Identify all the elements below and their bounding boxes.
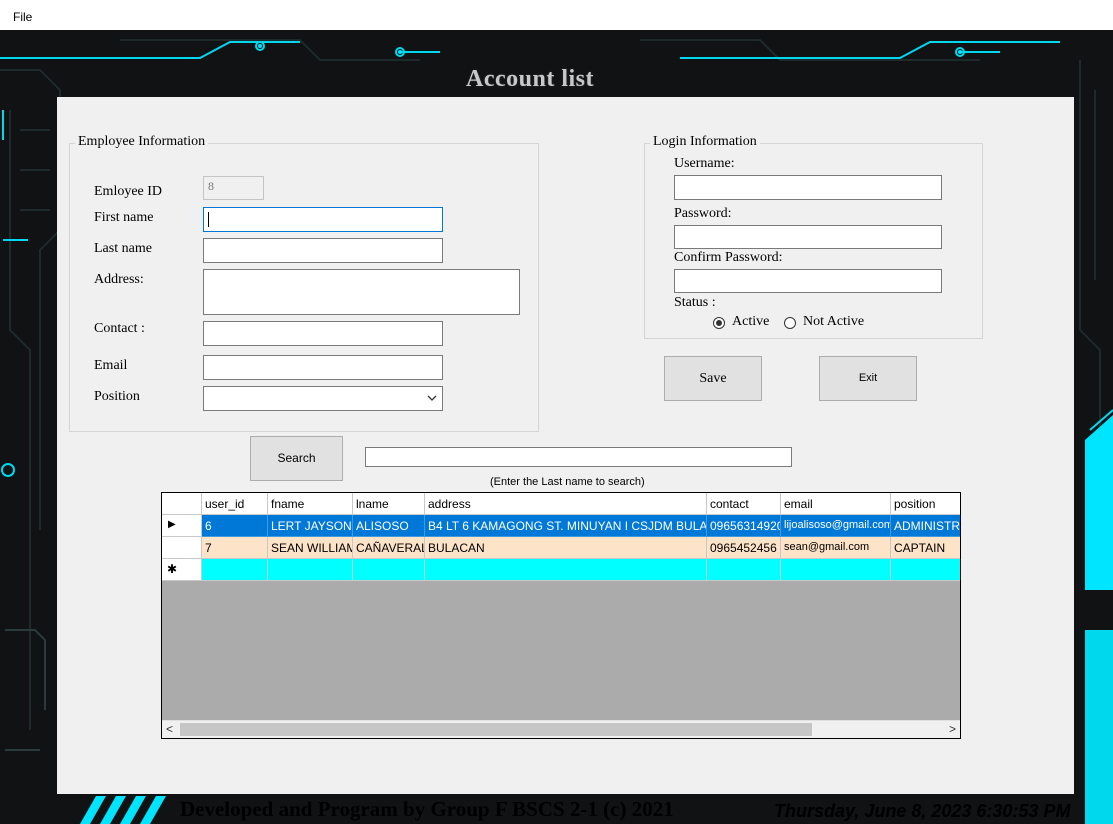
- contact-field[interactable]: [203, 321, 443, 346]
- table-cell[interactable]: LERT JAYSON: [268, 515, 353, 537]
- search-input[interactable]: [365, 447, 792, 467]
- table-cell[interactable]: CAPTAIN: [891, 537, 960, 559]
- first-name-label: First name: [94, 210, 154, 225]
- save-button[interactable]: Save: [664, 356, 762, 401]
- column-header[interactable]: user_id: [202, 493, 268, 515]
- status-not-active-radio[interactable]: [784, 317, 796, 329]
- password-label: Password:: [674, 206, 732, 221]
- row-header[interactable]: ▶: [162, 515, 202, 537]
- email-label: Email: [94, 358, 128, 373]
- table-cell[interactable]: [707, 559, 781, 581]
- table-cell[interactable]: 09656314920: [707, 515, 781, 537]
- table-cell[interactable]: [425, 559, 707, 581]
- email-field[interactable]: [203, 355, 443, 380]
- exit-button[interactable]: Exit: [819, 356, 917, 401]
- table-cell[interactable]: [268, 559, 353, 581]
- table-cell[interactable]: sean@gmail.com: [781, 537, 891, 559]
- row-header[interactable]: [162, 537, 202, 559]
- search-button[interactable]: Search: [250, 436, 343, 481]
- position-label: Position: [94, 389, 140, 404]
- status-not-active-label[interactable]: Not Active: [803, 314, 864, 330]
- accounts-grid[interactable]: user_id fname lname address contact emai…: [161, 492, 961, 739]
- scroll-right-icon[interactable]: >: [949, 722, 956, 736]
- status-label: Status :: [674, 295, 716, 310]
- table-cell[interactable]: [781, 559, 891, 581]
- table-cell[interactable]: [353, 559, 425, 581]
- table-row[interactable]: ▶ 6 LERT JAYSON ALISOSO B4 LT 6 KAMAGONG…: [162, 515, 960, 537]
- text-cursor: [208, 211, 209, 227]
- menu-file[interactable]: File: [13, 10, 32, 24]
- username-label: Username:: [674, 156, 735, 171]
- table-cell[interactable]: 6: [202, 515, 268, 537]
- confirm-password-label: Confirm Password:: [674, 250, 783, 265]
- datetime-text: Thursday, June 8, 2023 6:30:53 PM: [774, 801, 1071, 821]
- column-header[interactable]: email: [781, 493, 891, 515]
- menu-bar: File: [0, 0, 1113, 30]
- password-field[interactable]: [674, 225, 942, 249]
- grid-header: user_id fname lname address contact emai…: [162, 493, 960, 515]
- last-name-field[interactable]: [203, 238, 443, 263]
- column-header[interactable]: lname: [353, 493, 425, 515]
- table-cell[interactable]: [891, 559, 960, 581]
- position-select[interactable]: [203, 386, 443, 411]
- scroll-left-icon[interactable]: <: [166, 722, 173, 736]
- table-cell[interactable]: 7: [202, 537, 268, 559]
- row-header[interactable]: ✱: [162, 559, 202, 581]
- new-row[interactable]: ✱: [162, 559, 960, 581]
- table-cell[interactable]: BULACAN: [425, 537, 707, 559]
- username-field[interactable]: [674, 175, 942, 200]
- table-cell[interactable]: B4 LT 6 KAMAGONG ST. MINUYAN I CSJDM BUL…: [425, 515, 707, 537]
- column-header[interactable]: position: [891, 493, 960, 515]
- contact-label: Contact :: [94, 321, 145, 336]
- table-cell[interactable]: ADMINISTRA: [891, 515, 960, 537]
- grid-corner: [162, 493, 202, 515]
- scrollbar-thumb[interactable]: [180, 723, 812, 736]
- employee-id-field: 8: [203, 176, 264, 200]
- column-header[interactable]: fname: [268, 493, 353, 515]
- table-row[interactable]: 7 SEAN WILLIAM CAÑAVERAL BULACAN 0965452…: [162, 537, 960, 559]
- chevron-down-icon: [427, 395, 437, 401]
- column-header[interactable]: address: [425, 493, 707, 515]
- table-cell[interactable]: [202, 559, 268, 581]
- row-selected-icon: ▶: [168, 519, 176, 530]
- column-header[interactable]: contact: [707, 493, 781, 515]
- employee-id-label: Emloyee ID: [94, 184, 163, 199]
- confirm-password-field[interactable]: [674, 269, 942, 293]
- table-cell[interactable]: CAÑAVERAL: [353, 537, 425, 559]
- new-row-icon: ✱: [167, 562, 178, 576]
- first-name-field[interactable]: [203, 207, 443, 232]
- search-hint: (Enter the Last name to search): [490, 476, 645, 488]
- employee-info-title: Employee Information: [75, 134, 209, 150]
- table-cell[interactable]: lijoalisoso@gmail.com: [781, 515, 891, 537]
- table-cell[interactable]: SEAN WILLIAM: [268, 537, 353, 559]
- table-cell[interactable]: 0965452456: [707, 537, 781, 559]
- address-field[interactable]: [203, 269, 520, 315]
- table-cell[interactable]: ALISOSO: [353, 515, 425, 537]
- status-active-label[interactable]: Active: [732, 314, 769, 330]
- credit-text: Developed and Program by Group F BSCS 2-…: [180, 797, 674, 821]
- horizontal-scrollbar[interactable]: < >: [162, 720, 960, 738]
- login-info-title: Login Information: [650, 134, 760, 150]
- form-title: Account list: [466, 66, 594, 92]
- last-name-label: Last name: [94, 241, 152, 256]
- status-active-radio[interactable]: [713, 317, 725, 329]
- address-label: Address:: [94, 272, 144, 287]
